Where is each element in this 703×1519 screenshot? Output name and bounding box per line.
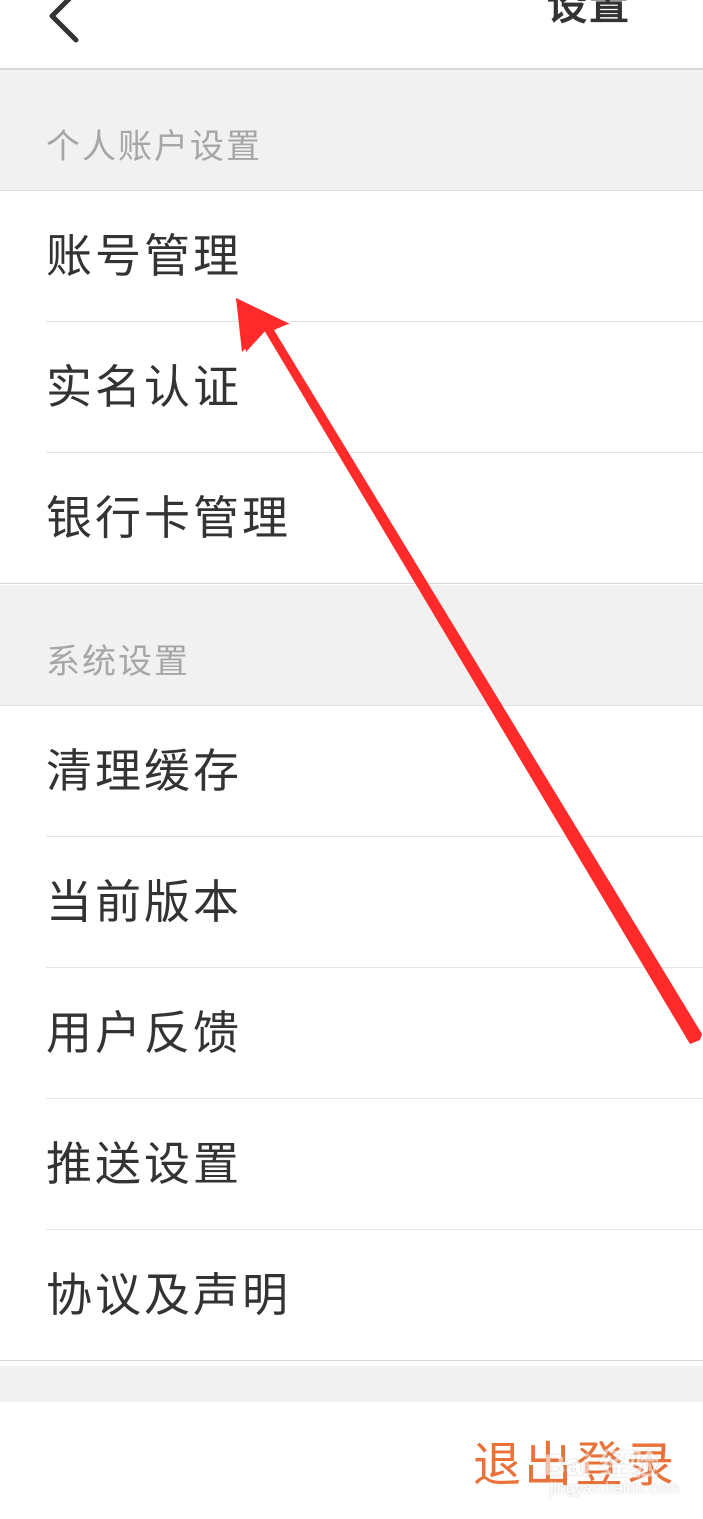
list-item-label: 用户反馈 [46, 1006, 242, 1060]
baidu-jingyan-watermark: Bai 经验 jingyan.baidu.com [530, 1434, 680, 1504]
back-button[interactable] [30, 0, 100, 48]
chevron-left-icon [49, 0, 79, 43]
list-item-push-settings[interactable]: 推送设置 [0, 1099, 703, 1230]
list-item-label: 推送设置 [46, 1137, 242, 1191]
watermark-text: Bai 经验 [544, 1449, 660, 1482]
system-settings-list: 清理缓存 当前版本 用户反馈 推送设置 协议及声明 [0, 706, 703, 1361]
list-item-agreement-statement[interactable]: 协议及声明 [0, 1230, 703, 1361]
list-item-label: 协议及声明 [46, 1268, 291, 1322]
section-title: 系统设置 [46, 642, 190, 682]
list-item-label: 实名认证 [46, 360, 242, 414]
list-item-real-name-verification[interactable]: 实名认证 [0, 322, 703, 453]
section-title: 个人账户设置 [46, 127, 262, 167]
top-bar: 设置 [0, 0, 703, 70]
settings-page: 设置 个人账户设置 账号管理 实名认证 银行卡管理 系统设置 清理缓存 当前版本… [0, 0, 703, 1519]
list-item-current-version[interactable]: 当前版本 [0, 837, 703, 968]
list-item-label: 清理缓存 [46, 744, 242, 798]
page-title: 设置 [547, 0, 631, 29]
account-settings-list: 账号管理 实名认证 银行卡管理 [0, 191, 703, 584]
list-item-clear-cache[interactable]: 清理缓存 [0, 706, 703, 837]
list-item-bank-card-management[interactable]: 银行卡管理 [0, 453, 703, 584]
section-gap [0, 1366, 703, 1402]
list-item-label: 账号管理 [46, 229, 242, 283]
section-header-system: 系统设置 [0, 585, 703, 706]
list-item-account-management[interactable]: 账号管理 [0, 191, 703, 322]
watermark-subtext: jingyan.baidu.com [550, 1480, 679, 1497]
list-item-user-feedback[interactable]: 用户反馈 [0, 968, 703, 1099]
list-item-label: 银行卡管理 [46, 491, 291, 545]
list-item-label: 当前版本 [46, 875, 242, 929]
section-header-account: 个人账户设置 [0, 70, 703, 191]
